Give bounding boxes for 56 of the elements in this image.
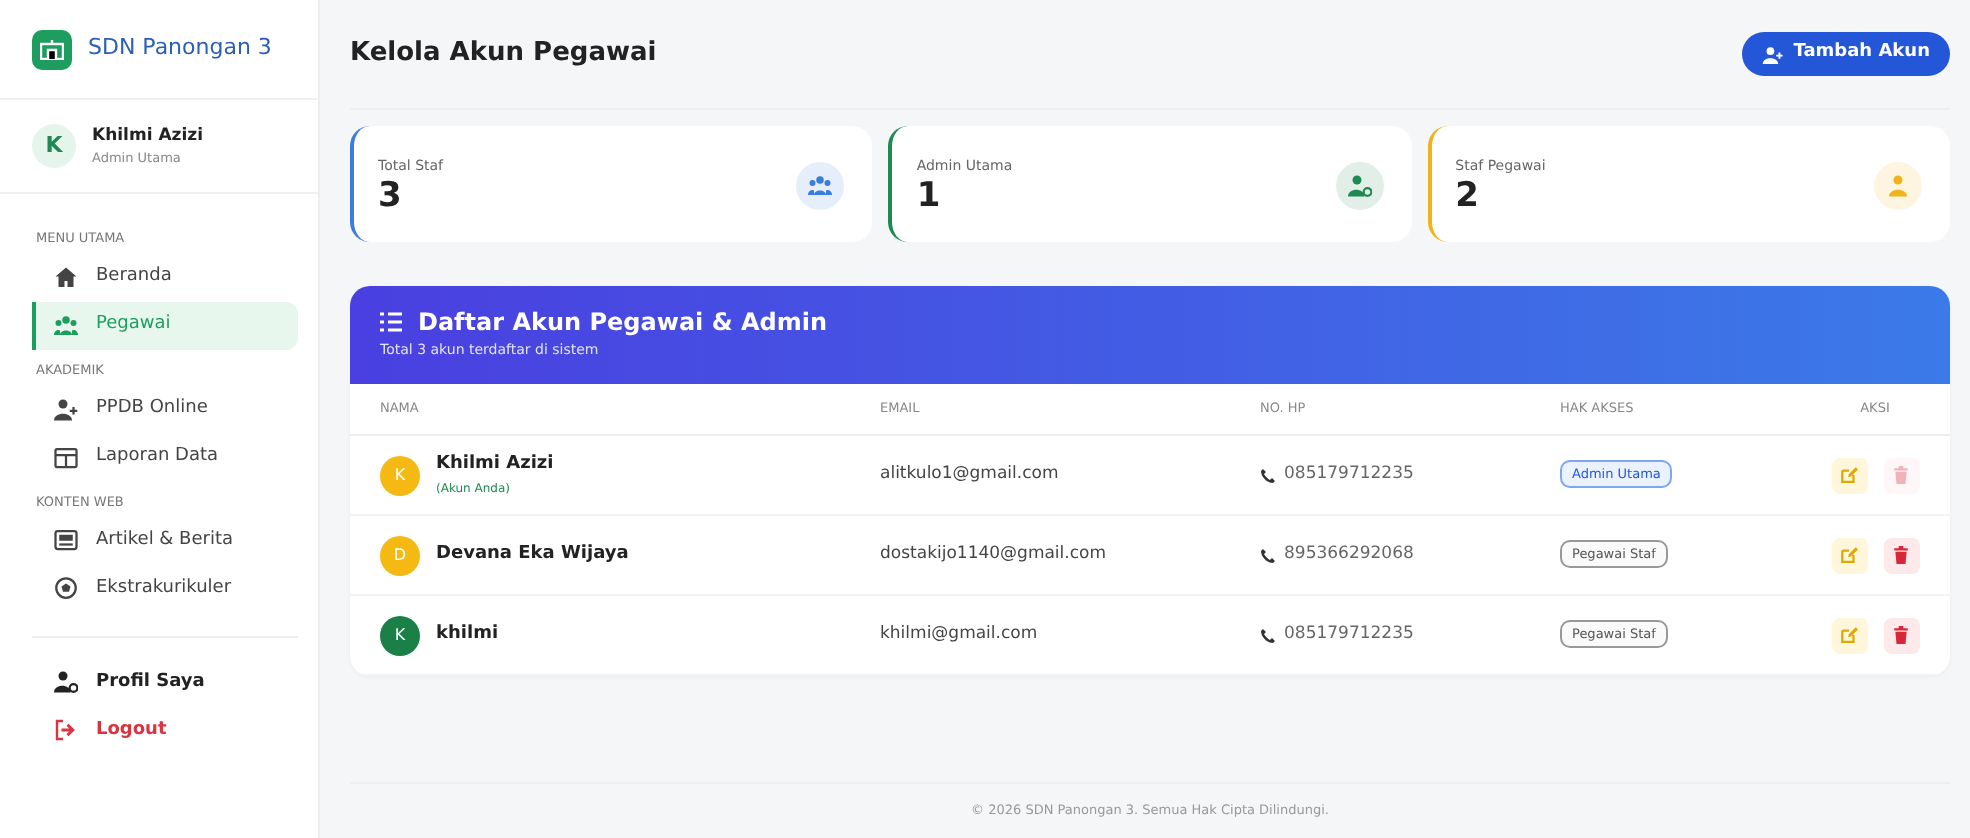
newspaper-icon: [54, 528, 78, 553]
user-avatar: K: [380, 615, 420, 655]
sidebar-item[interactable]: Profil Saya: [32, 658, 298, 707]
trash-icon: [1892, 546, 1910, 564]
sidebar-item[interactable]: Laporan Data: [32, 433, 298, 481]
sidebar-item[interactable]: Beranda: [32, 253, 298, 302]
edit-button[interactable]: [1831, 457, 1867, 493]
user-avatar: K: [32, 124, 76, 168]
user-name: khilmi: [436, 621, 499, 648]
stat-icon: [796, 162, 845, 210]
table-cell-text: alitkulo1@gmail.com: [880, 462, 1061, 488]
logout-link[interactable]: Logout: [32, 706, 298, 755]
page-title: Kelola Akun Pegawai: [350, 36, 657, 73]
stat-icon: [1335, 162, 1384, 210]
trash-icon: [1892, 466, 1910, 484]
user-gear-icon: [54, 670, 78, 695]
user-plus-icon: [54, 397, 78, 421]
pencil-icon: [1840, 546, 1858, 564]
sidebar-item[interactable]: Artikel & Berita: [32, 516, 298, 565]
list-icon: [380, 312, 402, 332]
phone-icon: [1260, 547, 1276, 563]
user-avatar: K: [380, 455, 420, 495]
delete-button[interactable]: [1883, 537, 1919, 573]
edit-button[interactable]: [1831, 617, 1867, 653]
phone-icon: [1260, 467, 1276, 483]
user-avatar: D: [380, 535, 420, 575]
pencil-icon: [1840, 626, 1858, 644]
user-name: Devana Eka Wijaya: [436, 541, 629, 568]
people-icon: [54, 313, 78, 338]
school-name: SDN Panongan 3: [88, 32, 272, 65]
pencil-icon: [1840, 466, 1858, 484]
delete-button[interactable]: [1883, 617, 1919, 653]
phone-number: 085179712235: [1284, 462, 1414, 488]
trash-icon: [1892, 626, 1910, 644]
logout-icon: [54, 718, 78, 743]
user-name: Khilmi Azizi: [436, 452, 554, 479]
user-plus-icon: [1761, 45, 1784, 63]
table-cell-text: khilmi@gmail.com: [880, 622, 1040, 648]
ball-icon: [54, 576, 78, 601]
home-icon: [54, 265, 78, 290]
phone-number: 895366292068: [1284, 542, 1414, 568]
phone-number: 085179712235: [1284, 622, 1414, 648]
school-logo-icon: [32, 29, 72, 69]
sidebar-item[interactable]: PPDB Online: [32, 385, 298, 433]
phone-icon: [1260, 627, 1276, 643]
stat-value: 3: [378, 176, 404, 217]
table-icon: [54, 445, 78, 469]
user-name: Khilmi Azizi: [92, 123, 203, 149]
stat-value: 1: [916, 176, 943, 217]
add-account-button[interactable]: Tambah Akun: [1741, 32, 1950, 76]
table-title: Daftar Akun Pegawai & Admin: [418, 306, 828, 340]
table-cell-text: dostakijo1140@gmail.com: [880, 542, 1109, 568]
edit-button[interactable]: [1831, 537, 1867, 573]
stat-icon: [1873, 162, 1922, 210]
sidebar-item[interactable]: Ekstrakurikuler: [32, 564, 298, 613]
stat-value: 2: [1455, 176, 1481, 217]
